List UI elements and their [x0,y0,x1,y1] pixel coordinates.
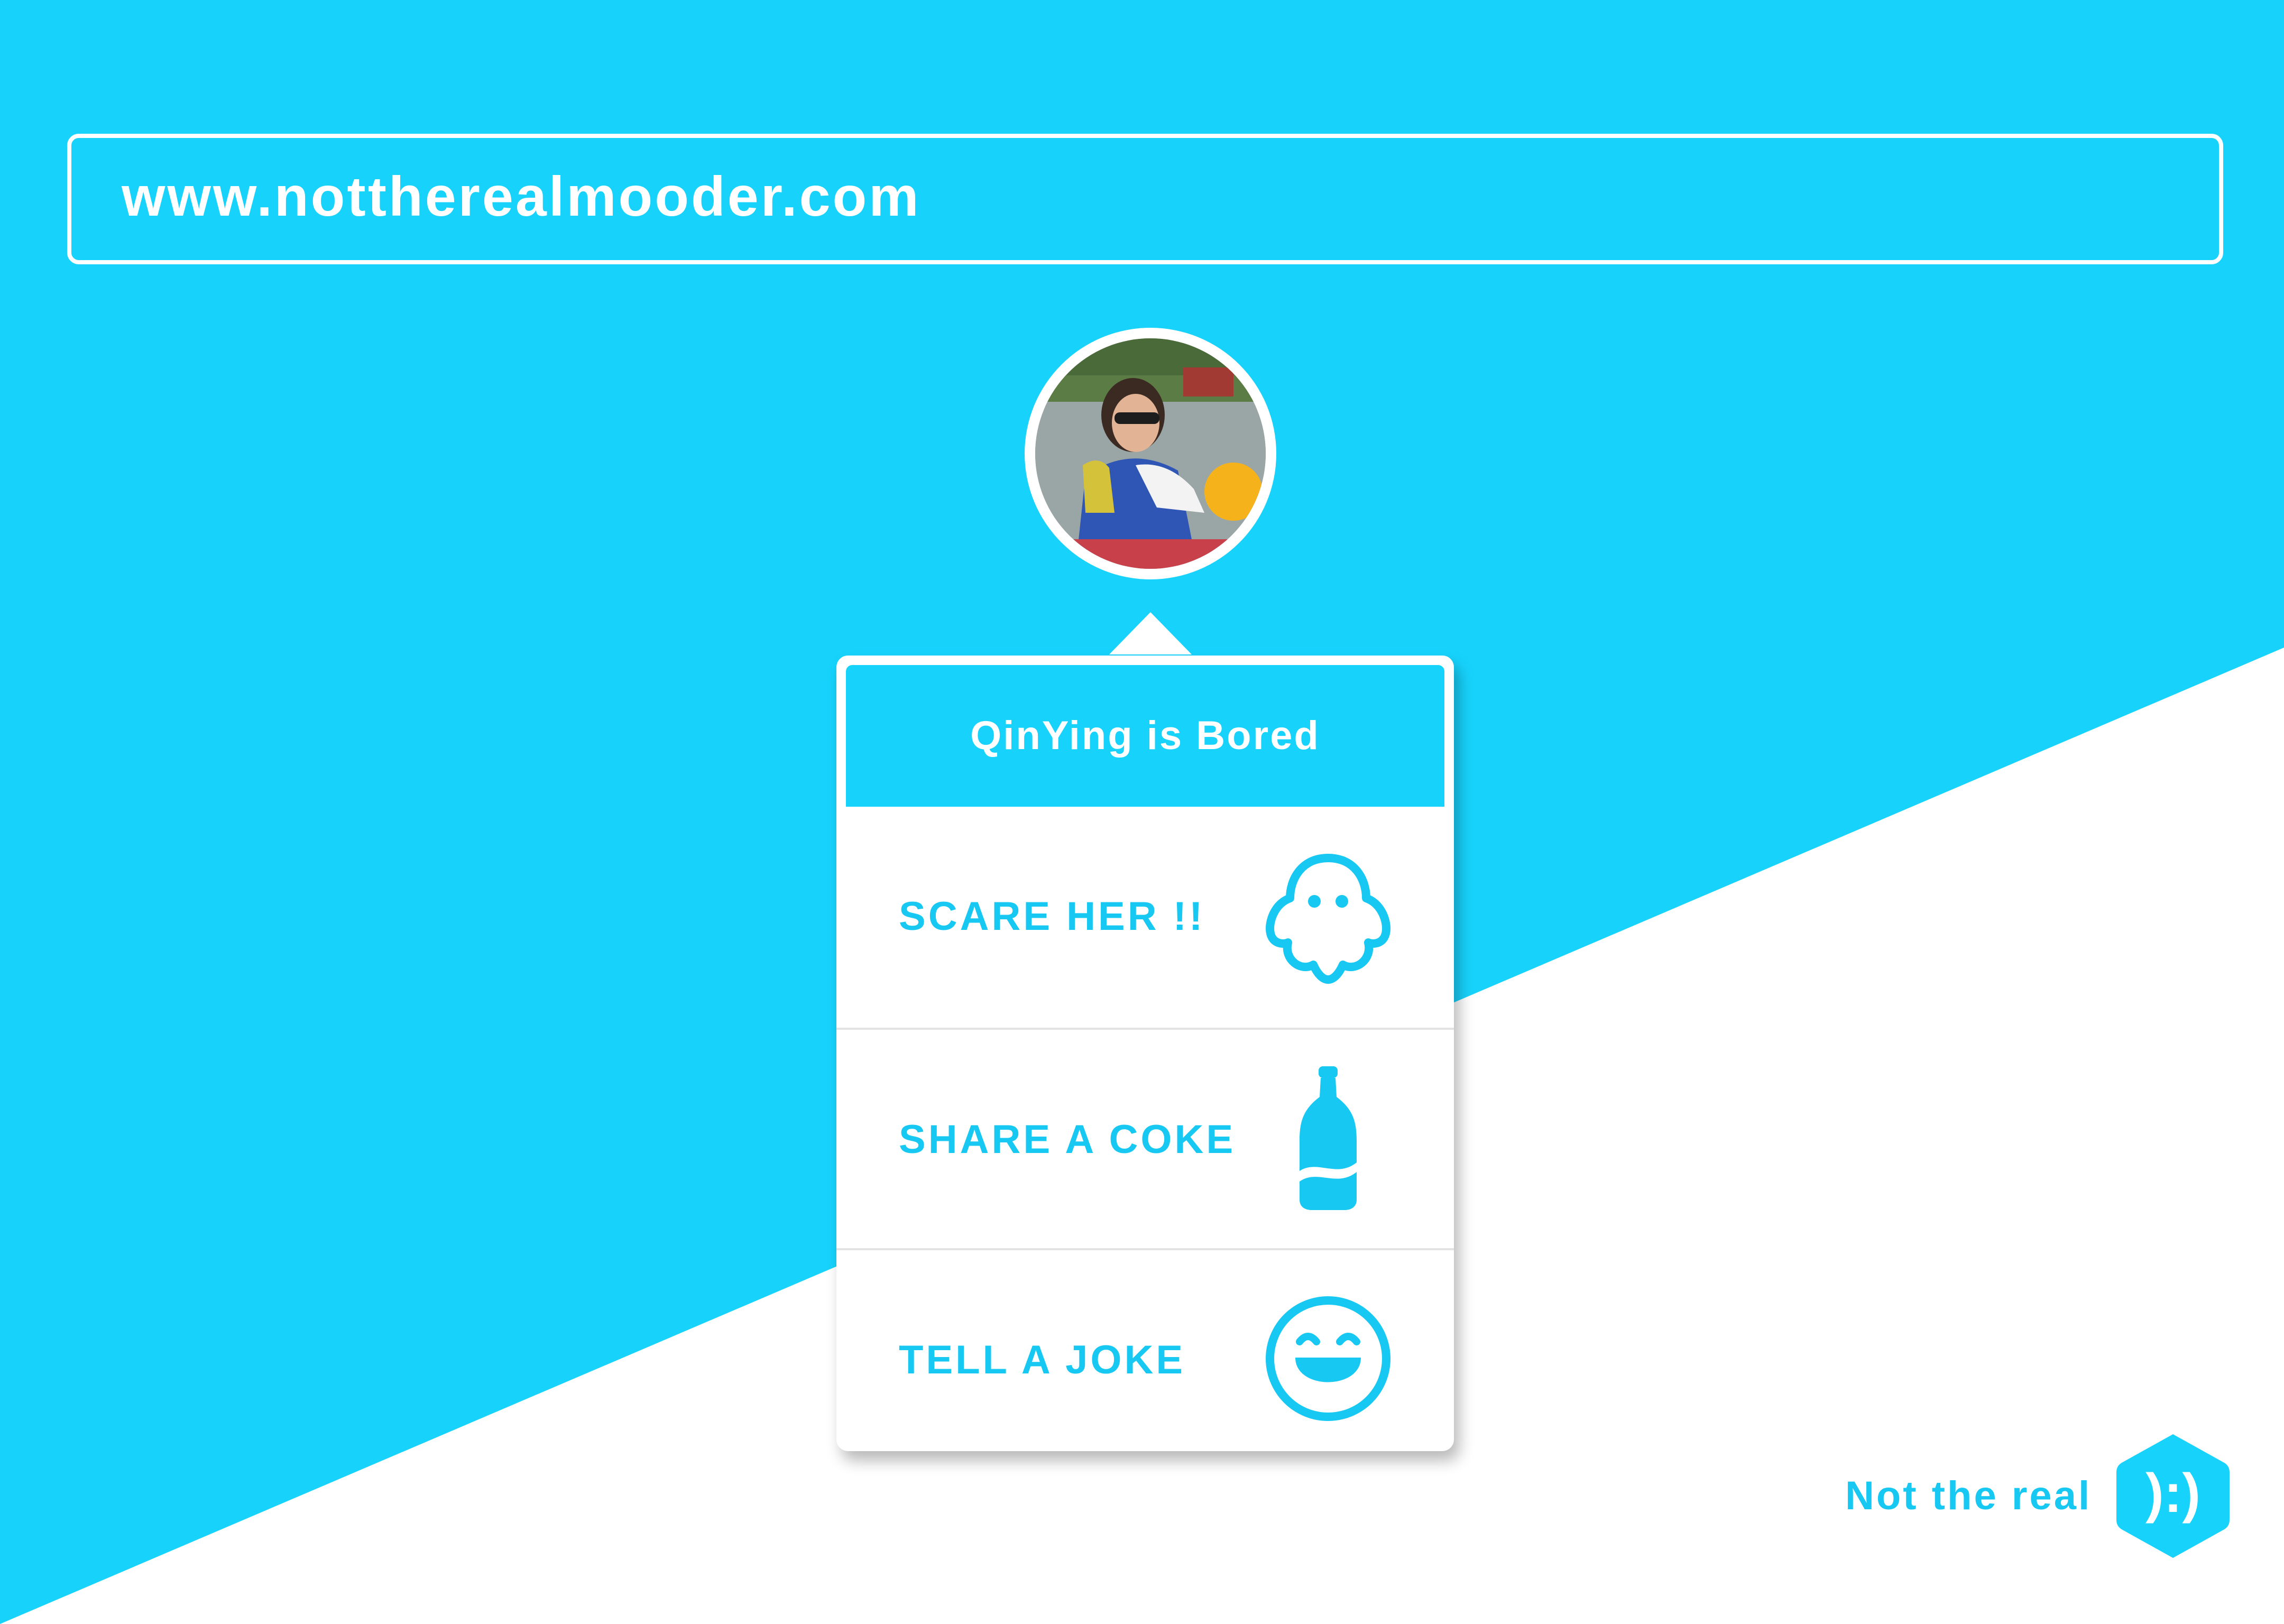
url-text[interactable]: www.nottherealmooder.com [122,165,921,229]
avatar-photo [1035,338,1266,569]
action-label: SCARE HER !! [899,894,1205,939]
action-coke[interactable]: SHARE A COKE [836,1028,1454,1249]
ghost-icon [1249,836,1407,994]
action-scare[interactable]: SCARE HER !! [836,807,1454,1026]
hexagon-mood-logo[interactable]: ):) [2112,1430,2234,1562]
action-joke[interactable]: TELL A JOKE [836,1248,1454,1451]
action-label: SHARE A COKE [899,1117,1236,1162]
card-header: QinYing is Bored [846,665,1444,807]
logo-glyph: ):) [2145,1463,2200,1524]
mood-title: QinYing is Bored [970,713,1320,758]
laughing-face-icon [1249,1279,1407,1438]
coke-bottle-icon [1249,1059,1407,1217]
brand-text: Not the real [1845,1473,2092,1518]
action-label: TELL A JOKE [899,1337,1186,1382]
popover-pointer [1109,612,1192,654]
mood-card: QinYing is Bored SCARE HER !! SHARE A CO… [836,656,1454,1451]
avatar[interactable] [1025,328,1276,579]
